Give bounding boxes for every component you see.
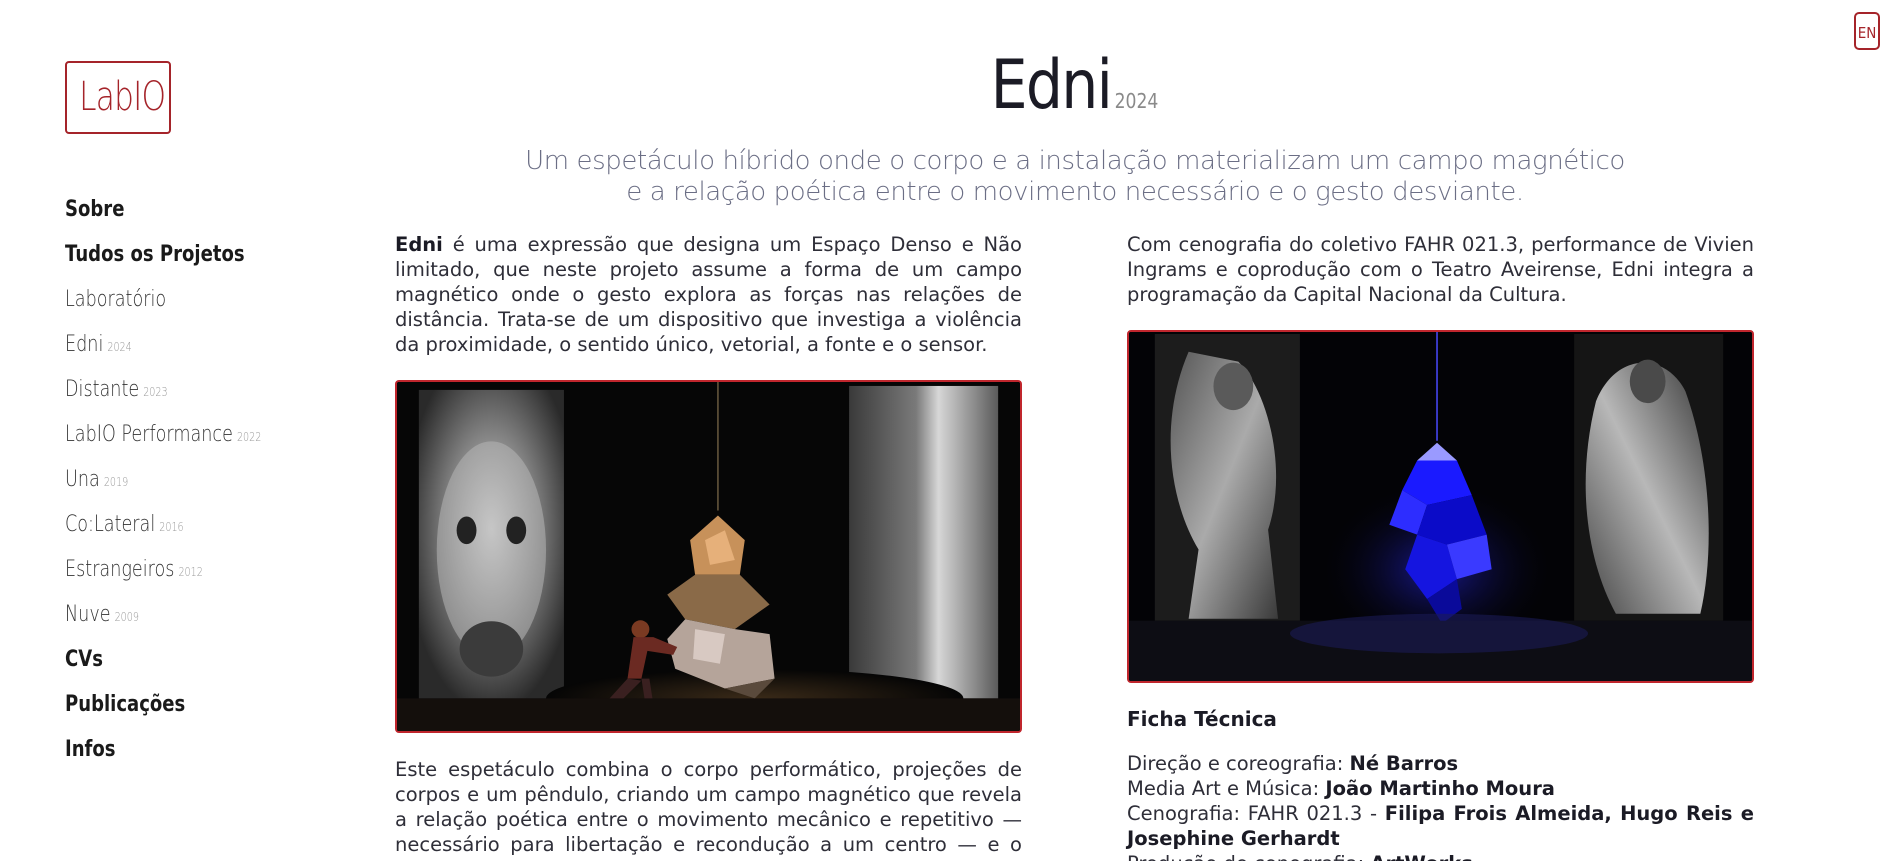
nav-item-laboratorio[interactable]: Laboratório bbox=[65, 280, 325, 325]
nav-item-label: Tudos os Projetos bbox=[65, 242, 245, 267]
nav-item-label: LabIO Performance bbox=[65, 422, 233, 447]
nav-item-label: Co:Lateral bbox=[65, 512, 156, 537]
language-toggle-button[interactable]: EN bbox=[1854, 12, 1880, 50]
nav-item-year: 2009 bbox=[114, 610, 140, 624]
performance-photo-left[interactable] bbox=[395, 380, 1022, 733]
ficha-tecnica-list: Direção e coreografia: Né Barros Media A… bbox=[1127, 751, 1754, 861]
nav-item-publicacoes[interactable]: Publicações bbox=[65, 685, 325, 730]
nav-item-distante[interactable]: Distante 2023 bbox=[65, 370, 325, 415]
nav-item-year: 2022 bbox=[236, 430, 262, 444]
nav-item-label: Nuve bbox=[65, 602, 111, 627]
nav-item-year: 2023 bbox=[143, 385, 168, 399]
ficha-row: Produção de cenografia: ArtWorks bbox=[1127, 851, 1754, 861]
logo-text: LabIO bbox=[79, 74, 166, 120]
ficha-row: Media Art e Música: João Martinho Moura bbox=[1127, 776, 1754, 801]
nav-item-estrangeiros[interactable]: Estrangeiros 2012 bbox=[65, 550, 325, 595]
ficha-row: Cenografia: FAHR 021.3 - Filipa Frois Al… bbox=[1127, 801, 1754, 851]
nav-item-label: CVs bbox=[65, 647, 103, 672]
performance-photo-right-image bbox=[1129, 332, 1752, 681]
nav-item-label: Estrangeiros bbox=[65, 557, 175, 582]
nav-item-label: Infos bbox=[65, 737, 116, 762]
ficha-row-label: Cenografia: FAHR 021.3 - bbox=[1127, 802, 1385, 825]
bottom-paragraph-text: Este espetáculo combina o corpo performá… bbox=[395, 758, 1022, 861]
nav-item-cvs[interactable]: CVs bbox=[65, 640, 325, 685]
page-title: Edni 2024 bbox=[991, 46, 1159, 125]
intro-paragraph: Edni é uma expressão que designa um Espa… bbox=[395, 232, 1022, 357]
nav-item-label: Distante bbox=[65, 377, 140, 402]
right-paragraph: Com cenografia do coletivo FAHR 021.3, p… bbox=[1127, 232, 1754, 307]
nav-item-year: 2024 bbox=[107, 340, 132, 354]
page-title-year: 2024 bbox=[1115, 89, 1159, 113]
nav-item-sobre[interactable]: Sobre bbox=[65, 190, 325, 235]
nav-item-year: 2019 bbox=[103, 475, 129, 489]
nav-item-una[interactable]: Una 2019 bbox=[65, 460, 325, 505]
nav-item-label: Una bbox=[65, 467, 100, 492]
logo[interactable]: LabIO bbox=[65, 61, 171, 134]
page: EN LabIO Sobre Tudos os Projetos Laborat… bbox=[0, 0, 1894, 861]
ficha-row: Direção e coreografia: Né Barros bbox=[1127, 751, 1754, 776]
ficha-tecnica-title: Ficha Técnica bbox=[1127, 707, 1277, 731]
nav-item-edni[interactable]: Edni 2024 bbox=[65, 325, 325, 370]
nav-item-label: Sobre bbox=[65, 197, 125, 222]
sidebar-nav: Sobre Tudos os Projetos Laboratório Edni… bbox=[65, 190, 325, 775]
right-paragraph-text: Com cenografia do coletivo FAHR 021.3, p… bbox=[1127, 233, 1754, 306]
ficha-row-value: João Martinho Moura bbox=[1325, 777, 1555, 800]
nav-item-nuve[interactable]: Nuve 2009 bbox=[65, 595, 325, 640]
nav-item-colateral[interactable]: Co:Lateral 2016 bbox=[65, 505, 325, 550]
nav-item-infos[interactable]: Infos bbox=[65, 730, 325, 775]
intro-bold: Edni bbox=[395, 233, 443, 256]
nav-item-all-projects[interactable]: Tudos os Projetos bbox=[65, 235, 325, 280]
nav-item-label: Publicações bbox=[65, 692, 186, 717]
nav-item-label: Edni bbox=[65, 332, 104, 357]
page-title-text: Edni bbox=[991, 46, 1113, 125]
ficha-row-value: Né Barros bbox=[1349, 752, 1459, 775]
ficha-row-value: ArtWorks bbox=[1370, 852, 1472, 861]
nav-item-label: Laboratório bbox=[65, 287, 167, 312]
page-subtitle: Um espetáculo híbrido onde o corpo e a i… bbox=[525, 146, 1625, 207]
page-title-wrap: Edni 2024 bbox=[395, 46, 1755, 125]
nav-item-labio-performance[interactable]: LabIO Performance 2022 bbox=[65, 415, 325, 460]
bottom-paragraph: Este espetáculo combina o corpo performá… bbox=[395, 757, 1022, 861]
ficha-row-label: Direção e coreografia: bbox=[1127, 752, 1350, 775]
performance-photo-right[interactable] bbox=[1127, 330, 1754, 683]
nav-item-year: 2016 bbox=[159, 520, 184, 534]
nav-item-year: 2012 bbox=[178, 565, 203, 579]
intro-text: é uma expressão que designa um Espaço De… bbox=[395, 233, 1022, 356]
ficha-row-label: Media Art e Música: bbox=[1127, 777, 1326, 800]
performance-photo-left-image bbox=[397, 382, 1020, 731]
ficha-row-label: Produção de cenografia: bbox=[1127, 852, 1370, 861]
